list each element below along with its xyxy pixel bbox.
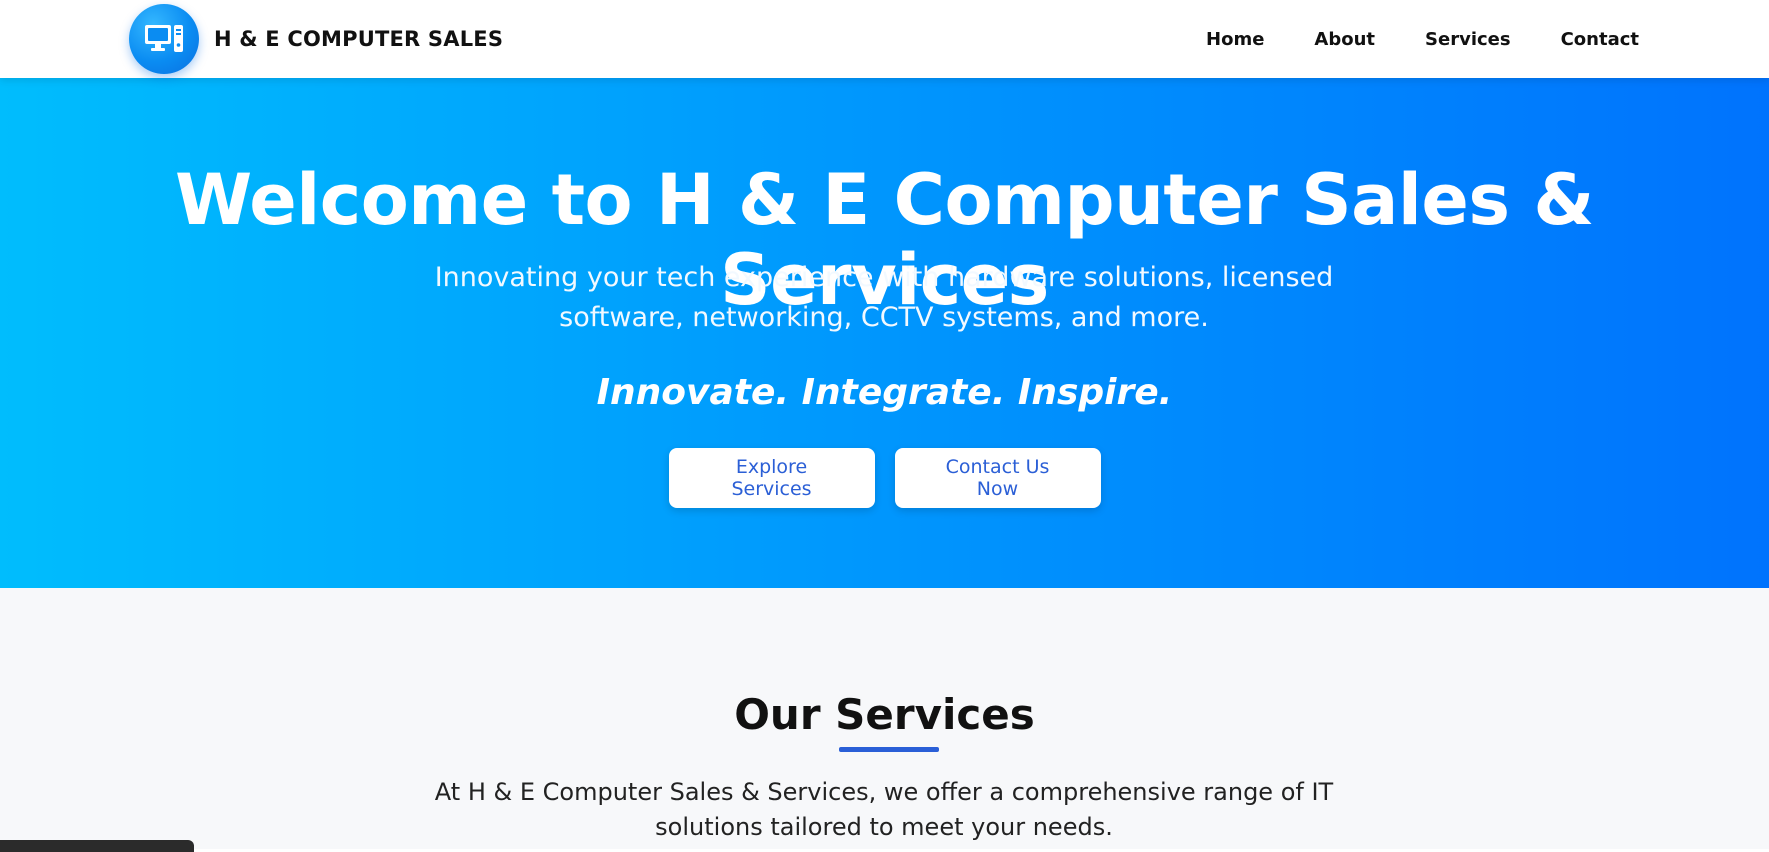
title-underline bbox=[839, 747, 939, 752]
desktop-computer-icon bbox=[129, 4, 199, 74]
nav-link-services[interactable]: Services bbox=[1425, 29, 1511, 50]
services-section: Our Services At H & E Computer Sales & S… bbox=[0, 588, 1769, 849]
nav-link-home[interactable]: Home bbox=[1206, 29, 1264, 50]
brand-name: H & E COMPUTER SALES bbox=[214, 27, 504, 51]
contact-us-button[interactable]: Contact Us Now bbox=[894, 448, 1101, 508]
navbar: H & E COMPUTER SALES Home About Services… bbox=[0, 0, 1769, 78]
hero-tagline: Innovate. Integrate. Inspire. bbox=[596, 372, 1173, 413]
nav-link-contact[interactable]: Contact bbox=[1561, 29, 1639, 50]
services-title: Our Services bbox=[734, 690, 1035, 739]
hero-buttons: Explore Services Contact Us Now bbox=[0, 448, 1769, 508]
services-description: At H & E Computer Sales & Services, we o… bbox=[434, 778, 1334, 841]
hero-section: Welcome to H & E Computer Sales & Servic… bbox=[0, 78, 1769, 588]
brand[interactable]: H & E COMPUTER SALES bbox=[129, 3, 503, 75]
hero-subtitle: Innovating your tech experience with har… bbox=[434, 262, 1334, 333]
nav-link-about[interactable]: About bbox=[1314, 29, 1375, 50]
corner-tab[interactable] bbox=[0, 840, 194, 852]
explore-services-button[interactable]: Explore Services bbox=[668, 448, 875, 508]
main-nav: Home About Services Contact bbox=[1206, 0, 1639, 78]
